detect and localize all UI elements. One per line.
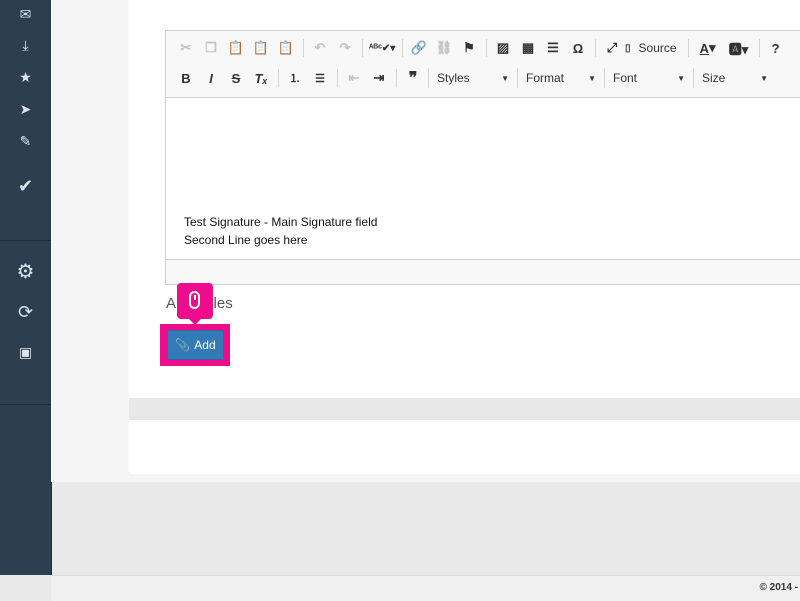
- numbered-list-icon[interactable]: ⒈: [283, 67, 307, 89]
- settings-gear-icon[interactable]: ⚙: [0, 262, 51, 282]
- mail-icon[interactable]: ✉: [0, 4, 51, 24]
- source-button[interactable]: ▯ Source: [625, 37, 683, 59]
- signature-line-2: Second Line goes here: [184, 233, 308, 247]
- presentation-icon[interactable]: ▣: [0, 342, 51, 362]
- task-check-icon[interactable]: ✔: [0, 176, 51, 196]
- add-attachment-button[interactable]: 📎 Add: [167, 330, 224, 360]
- toolbar-separator: [486, 39, 487, 57]
- undo-icon[interactable]: ↶: [308, 37, 332, 59]
- chevron-down-icon: ▼: [501, 73, 509, 83]
- star-icon[interactable]: ★: [0, 67, 51, 87]
- click-indicator-tooltip: [177, 283, 213, 325]
- editor-toolbar: ✂ ❐ 📋 📋 📋 ↶ ↷ ᴬᴮᶜ✔▾ 🔗 ⛓ ⚑ ▨ ▦ ☰ Ω ⤢ ▯ So…: [166, 31, 800, 98]
- format-label: Format: [526, 71, 565, 85]
- sidebar-divider: [0, 240, 51, 241]
- font-dropdown[interactable]: Font ▼: [604, 68, 691, 88]
- chevron-down-icon: ▼: [760, 73, 768, 83]
- redo-icon[interactable]: ↷: [333, 37, 357, 59]
- size-dropdown[interactable]: Size ▼: [693, 68, 774, 88]
- source-label: Source: [638, 41, 677, 55]
- blockquote-icon[interactable]: ❞: [401, 67, 425, 89]
- paste-word-icon[interactable]: 📋: [274, 37, 298, 59]
- text-color-icon[interactable]: A ▾: [693, 37, 723, 59]
- bulleted-list-icon[interactable]: ☰: [308, 67, 332, 89]
- help-icon[interactable]: ?: [764, 37, 788, 59]
- image-icon[interactable]: ▨: [491, 37, 515, 59]
- paste-text-icon[interactable]: 📋: [249, 37, 273, 59]
- paste-icon[interactable]: 📋: [224, 37, 248, 59]
- horizontal-line-icon[interactable]: ☰: [541, 37, 565, 59]
- toolbar-separator: [402, 39, 403, 57]
- outdent-icon[interactable]: ⇤: [342, 67, 366, 89]
- unlink-icon[interactable]: ⛓: [432, 37, 456, 59]
- add-button-label: Add: [194, 338, 216, 352]
- font-label: Font: [613, 71, 638, 85]
- bold-icon[interactable]: B: [174, 67, 198, 89]
- toolbar-separator: [278, 69, 279, 87]
- size-label: Size: [702, 71, 726, 85]
- toolbar-separator: [687, 39, 689, 57]
- special-char-icon[interactable]: Ω: [566, 37, 590, 59]
- styles-dropdown[interactable]: Styles ▼: [428, 68, 515, 88]
- editor-footer-bar: [166, 259, 800, 284]
- indent-icon[interactable]: ⇥: [367, 67, 391, 89]
- toolbar-separator: [362, 39, 363, 57]
- chevron-down-icon: ▼: [588, 73, 596, 83]
- panel-divider-strip: [129, 398, 800, 420]
- mouse-click-icon: [189, 291, 200, 309]
- background-color-icon[interactable]: 🅰▾: [724, 37, 754, 59]
- italic-icon[interactable]: I: [199, 67, 223, 89]
- network-icon[interactable]: ⟳: [0, 302, 51, 322]
- left-sidebar: ✉ ⤓ ★ ➤ ✎ ✔ ⚙ ⟳ ▣: [0, 0, 52, 575]
- page-footer: © 2014 -: [51, 575, 800, 601]
- anchor-flag-icon[interactable]: ⚑: [457, 37, 481, 59]
- copy-icon[interactable]: ❐: [199, 37, 223, 59]
- table-icon[interactable]: ▦: [516, 37, 540, 59]
- strikethrough-icon[interactable]: S: [224, 67, 248, 89]
- chevron-down-icon: ▼: [677, 73, 685, 83]
- paperclip-icon: 📎: [175, 338, 191, 352]
- rich-text-editor: ✂ ❐ 📋 📋 📋 ↶ ↷ ᴬᴮᶜ✔▾ 🔗 ⛓ ⚑ ▨ ▦ ☰ Ω ⤢ ▯ So…: [165, 30, 800, 285]
- remove-format-icon[interactable]: Tₓ: [249, 67, 273, 89]
- maximize-icon[interactable]: ⤢: [600, 37, 624, 59]
- inbox-download-icon[interactable]: ⤓: [0, 35, 51, 55]
- link-icon[interactable]: 🔗: [407, 37, 431, 59]
- editor-content-area[interactable]: Test Signature - Main Signature field Se…: [184, 213, 377, 249]
- styles-label: Styles: [437, 71, 470, 85]
- toolbar-separator: [396, 69, 397, 87]
- signature-line-1: Test Signature - Main Signature field: [184, 215, 378, 229]
- copyright-text: © 2014 -: [759, 582, 798, 593]
- send-icon[interactable]: ➤: [0, 99, 51, 119]
- cut-icon[interactable]: ✂: [174, 37, 198, 59]
- sidebar-divider: [0, 404, 51, 405]
- attach-label-start: A: [166, 295, 177, 312]
- toolbar-row-1: ✂ ❐ 📋 📋 📋 ↶ ↷ ᴬᴮᶜ✔▾ 🔗 ⛓ ⚑ ▨ ▦ ☰ Ω ⤢ ▯ So…: [174, 36, 789, 60]
- compose-icon[interactable]: ✎: [0, 131, 51, 151]
- toolbar-separator: [337, 69, 338, 87]
- spellcheck-icon[interactable]: ᴬᴮᶜ✔▾: [367, 37, 397, 59]
- toolbar-separator: [303, 39, 304, 57]
- toolbar-separator: [595, 39, 596, 57]
- toolbar-row-2: B I S Tₓ ⒈ ☰ ⇤ ⇥ ❞ Styles ▼ Format ▼ Fon…: [174, 66, 774, 90]
- source-icon: ▯: [625, 42, 631, 54]
- format-dropdown[interactable]: Format ▼: [517, 68, 602, 88]
- toolbar-separator: [758, 39, 760, 57]
